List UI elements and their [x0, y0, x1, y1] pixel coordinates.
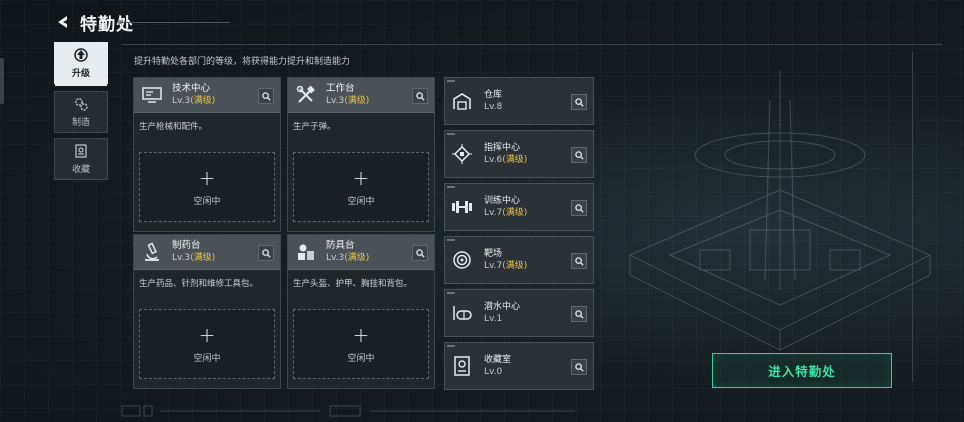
- inspect-button[interactable]: [571, 253, 587, 269]
- target-icon: [451, 249, 473, 271]
- facility-level: Lv.0: [484, 366, 503, 377]
- page-subtitle: 提升特勤处各部门的等级，将获得能力提升和制造能力: [134, 57, 351, 67]
- workstation-card-tech-center[interactable]: 技术中心 Lv.3(满级) 生产枪械和配件。 + 空闲中: [133, 77, 281, 232]
- bottom-decoration: [121, 405, 575, 417]
- plus-icon: +: [198, 322, 216, 347]
- search-icon: [574, 97, 584, 107]
- card-description: 生产子弹。: [293, 122, 336, 132]
- diving-icon: [451, 302, 473, 324]
- trophy-icon: [451, 355, 473, 377]
- plus-icon: +: [352, 165, 370, 190]
- tools-icon: [294, 83, 318, 107]
- slot-status: 空闲中: [193, 196, 221, 207]
- workstation-card-armor-bench[interactable]: 防具台 Lv.3(满级) 生产头盔、护甲、胸挂和背包。 + 空闲中: [287, 234, 435, 389]
- card-name: 工作台: [326, 83, 355, 94]
- facility-name: 靶场: [484, 248, 503, 259]
- search-icon: [415, 91, 425, 101]
- slot-status: 空闲中: [347, 353, 375, 364]
- production-slot[interactable]: + 空闲中: [139, 152, 275, 222]
- facility-name: 指挥中心: [484, 142, 521, 153]
- back-arrow-icon: [58, 16, 67, 28]
- back-button[interactable]: [52, 11, 74, 33]
- collection-icon: [75, 144, 87, 158]
- workstation-card-pharmacy[interactable]: 制药台 Lv.3(满级) 生产药品、针剂和维修工具包。 + 空闲中: [133, 234, 281, 389]
- facility-level: Lv.8: [484, 101, 503, 112]
- enter-button-label: 进入特勤处: [768, 364, 836, 379]
- facility-name: 仓库: [484, 89, 503, 100]
- card-description: 生产枪械和配件。: [139, 122, 208, 132]
- inspect-button[interactable]: [571, 200, 587, 216]
- warehouse-icon: [451, 90, 473, 112]
- card-level: Lv.3(满级): [172, 96, 216, 106]
- tab-upgrade[interactable]: 升级: [54, 42, 108, 86]
- search-icon: [574, 309, 584, 319]
- inspect-button[interactable]: [412, 245, 428, 261]
- card-level: Lv.3(满级): [326, 96, 370, 106]
- card-description: 生产药品、针剂和维修工具包。: [139, 279, 259, 289]
- search-icon: [261, 248, 271, 258]
- facility-level: Lv.1: [484, 313, 503, 324]
- header-divider: [120, 22, 230, 23]
- plus-icon: +: [198, 165, 216, 190]
- card-name: 制药台: [172, 240, 201, 251]
- inspect-button[interactable]: [258, 245, 274, 261]
- inspect-button[interactable]: [571, 147, 587, 163]
- facility-name: 潜水中心: [484, 301, 521, 312]
- content-divider: [122, 44, 942, 45]
- facility-level: Lv.6(满级): [484, 154, 528, 165]
- plus-icon: +: [352, 322, 370, 347]
- inspect-button[interactable]: [258, 88, 274, 104]
- tab-craft-label: 制造: [71, 118, 90, 128]
- armor-blocks-icon: [294, 240, 318, 264]
- card-name: 技术中心: [172, 83, 211, 94]
- production-slot[interactable]: + 空闲中: [293, 309, 429, 379]
- chip-icon: [451, 143, 473, 165]
- inspect-button[interactable]: [412, 88, 428, 104]
- tab-craft[interactable]: 制造: [54, 91, 108, 133]
- facility-name: 收藏室: [484, 354, 512, 365]
- tab-collection-label: 收藏: [71, 165, 90, 175]
- slot-status: 空闲中: [193, 353, 221, 364]
- card-description: 生产头盔、护甲、胸挂和背包。: [293, 279, 413, 289]
- production-slot[interactable]: + 空闲中: [139, 309, 275, 379]
- facility-diving-center[interactable]: 潜水中心 Lv.1: [444, 289, 594, 337]
- computer-icon: [140, 83, 164, 107]
- microscope-icon: [140, 240, 164, 264]
- facility-training-center[interactable]: 训练中心 Lv.7(满级): [444, 183, 594, 231]
- facility-shooting-range[interactable]: 靶场 Lv.7(满级): [444, 236, 594, 284]
- facility-warehouse[interactable]: 仓库 Lv.8: [444, 77, 594, 125]
- right-frame-decoration: [905, 52, 913, 382]
- inspect-button[interactable]: [571, 359, 587, 375]
- facility-level: Lv.7(满级): [484, 207, 528, 218]
- slot-status: 空闲中: [347, 196, 375, 207]
- search-icon: [261, 91, 271, 101]
- card-level: Lv.3(满级): [326, 253, 370, 263]
- side-handle[interactable]: [0, 58, 4, 104]
- facility-collection-room[interactable]: 收藏室 Lv.0: [444, 342, 594, 390]
- search-icon: [574, 150, 584, 160]
- inspect-button[interactable]: [571, 306, 587, 322]
- card-name: 防具台: [326, 240, 355, 251]
- production-slot[interactable]: + 空闲中: [293, 152, 429, 222]
- tab-upgrade-label: 升级: [71, 69, 90, 79]
- search-icon: [415, 248, 425, 258]
- card-header: 制药台 Lv.3(满级): [134, 235, 280, 270]
- search-icon: [574, 203, 584, 213]
- search-icon: [574, 362, 584, 372]
- card-header: 防具台 Lv.3(满级): [288, 235, 434, 270]
- card-header: 工作台 Lv.3(满级): [288, 78, 434, 113]
- card-header: 技术中心 Lv.3(满级): [134, 78, 280, 113]
- facility-level: Lv.7(满级): [484, 260, 528, 271]
- facility-name: 训练中心: [484, 195, 521, 206]
- dumbbell-icon: [451, 196, 473, 218]
- card-level: Lv.3(满级): [172, 253, 216, 263]
- facility-command-center[interactable]: 指挥中心 Lv.6(满级): [444, 130, 594, 178]
- workstation-card-workbench[interactable]: 工作台 Lv.3(满级) 生产子弹。 + 空闲中: [287, 77, 435, 232]
- tab-collection[interactable]: 收藏: [54, 138, 108, 180]
- upgrade-icon: [74, 48, 88, 62]
- enter-special-ops-button[interactable]: 进入特勤处: [712, 353, 892, 388]
- search-icon: [574, 256, 584, 266]
- gears-icon: [75, 98, 88, 111]
- inspect-button[interactable]: [571, 94, 587, 110]
